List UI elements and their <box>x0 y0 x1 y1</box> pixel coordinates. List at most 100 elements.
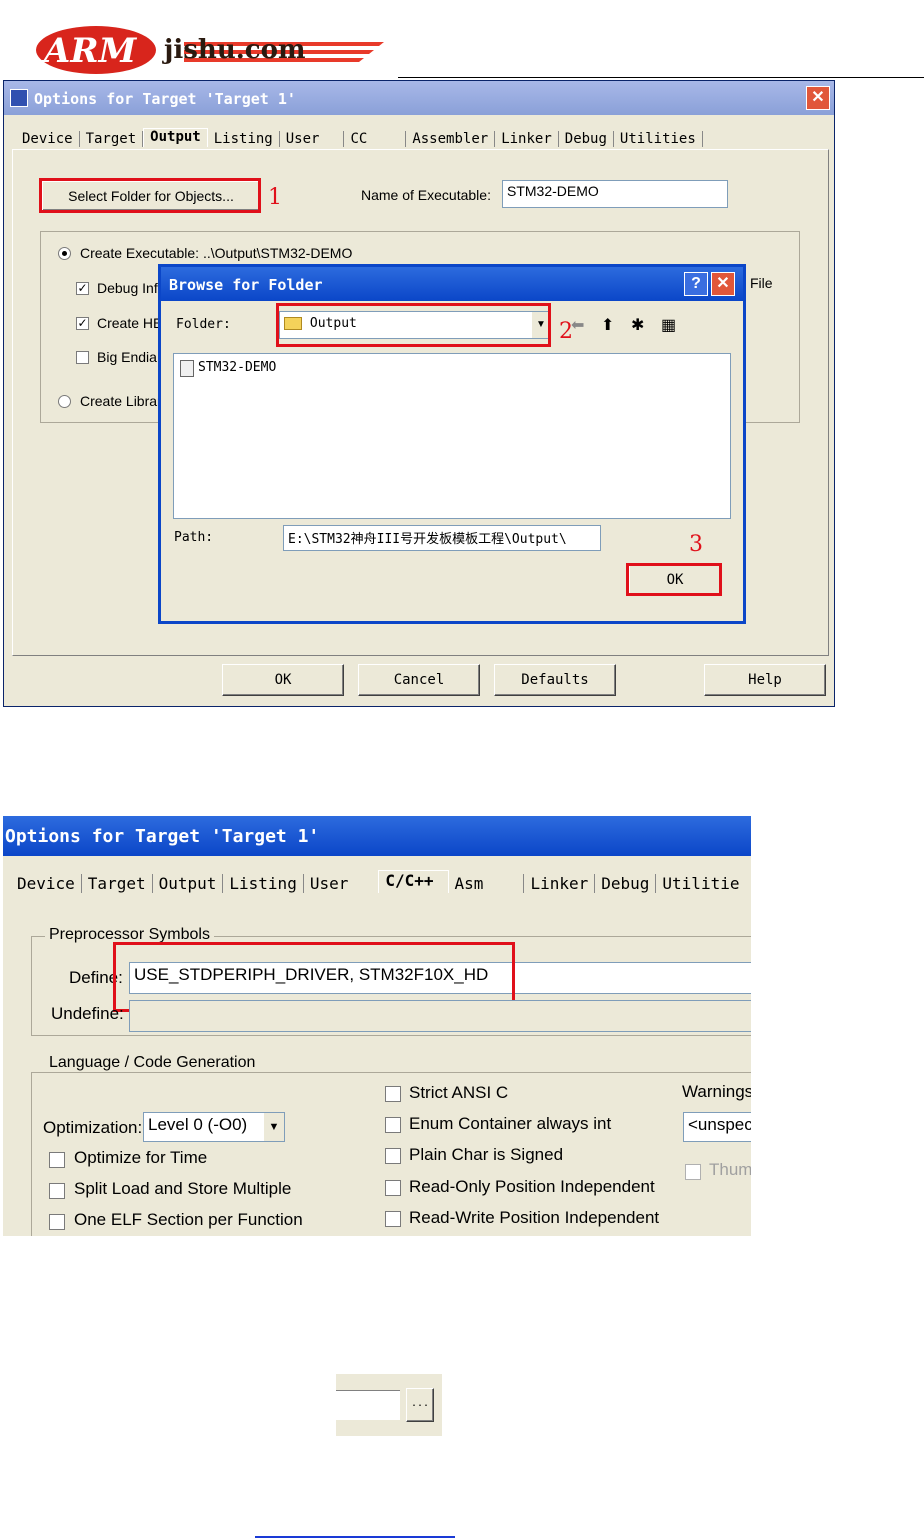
preproc-group-label: Preprocessor Symbols <box>45 926 214 944</box>
tab-linker[interactable]: Linker <box>524 874 596 893</box>
help-icon[interactable]: ? <box>684 272 708 296</box>
close-icon[interactable]: ✕ <box>711 272 735 296</box>
folder-select[interactable]: Output ▼ <box>279 311 551 339</box>
create-exec-label: Create Executable: ..\Output\STM32-DEMO <box>80 245 353 261</box>
thumb-label: Thum <box>709 1160 751 1179</box>
big-endian-checkbox[interactable] <box>76 351 89 364</box>
annotation-1: 1 <box>268 185 282 210</box>
split-load-label: Split Load and Store Multiple <box>74 1179 292 1198</box>
create-lib-radio[interactable] <box>58 395 71 408</box>
tab-listing[interactable]: Listing <box>208 131 280 147</box>
dialog2-tabs: Device Target Output Listing User C/C++ … <box>11 870 745 893</box>
tab-output[interactable]: Output <box>143 128 208 147</box>
lang-group-label: Language / Code Generation <box>45 1054 260 1072</box>
defaults-button[interactable]: Defaults <box>494 664 616 696</box>
enum-container-checkbox[interactable] <box>385 1117 401 1133</box>
browse-button[interactable]: ... <box>406 1388 434 1422</box>
browse-title: Browse for Folder <box>169 276 323 294</box>
chevron-down-icon[interactable]: ▼ <box>264 1113 284 1141</box>
view-menu-icon[interactable]: ▦ <box>661 315 676 335</box>
tab-device[interactable]: Device <box>16 131 80 147</box>
big-endian-label: Big Endia <box>97 349 157 365</box>
plain-char-label: Plain Char is Signed <box>409 1145 564 1164</box>
strict-ansi-checkbox[interactable] <box>385 1086 401 1102</box>
up-folder-icon[interactable]: ⬆ <box>601 315 614 335</box>
app-icon <box>10 89 28 107</box>
dialog1-title: Options for Target 'Target 1' <box>34 90 296 108</box>
path-input-fragment <box>336 1390 400 1420</box>
create-exec-radio[interactable] <box>58 247 71 260</box>
ok-button[interactable]: OK <box>222 664 344 696</box>
create-hex-checkbox[interactable]: ✓ <box>76 317 89 330</box>
tab-user[interactable]: User <box>280 131 345 147</box>
name-exec-field[interactable]: STM32-DEMO <box>502 180 728 208</box>
debug-info-checkbox[interactable]: ✓ <box>76 282 89 295</box>
strict-ansi-label: Strict ANSI C <box>409 1083 509 1102</box>
define-field[interactable]: USE_STDPERIPH_DRIVER, STM32F10X_HD <box>129 962 751 994</box>
define-label: Define: <box>69 968 123 987</box>
ro-pos-checkbox[interactable] <box>385 1180 401 1196</box>
undefine-label: Undefine: <box>51 1004 124 1023</box>
tab-assembler[interactable]: Assembler <box>406 131 496 147</box>
close-icon[interactable]: ✕ <box>806 86 830 110</box>
path-label: Path: <box>174 530 214 545</box>
dialog2-title: Options for Target 'Target 1' <box>5 826 320 847</box>
rw-pos-label: Read-Write Position Independent <box>409 1208 660 1227</box>
create-hex-label: Create HE <box>97 315 163 331</box>
header-rule <box>398 77 924 78</box>
optimization-value: Level 0 (-O0) <box>148 1115 248 1134</box>
back-arrow-icon[interactable]: ⬅ <box>571 315 584 335</box>
tab-linker[interactable]: Linker <box>495 131 559 147</box>
folder-label: Folder: <box>176 317 231 332</box>
file-icon <box>180 360 194 377</box>
enum-container-label: Enum Container always int <box>409 1114 612 1133</box>
undefine-field[interactable] <box>129 1000 751 1032</box>
optimization-label: Optimization: <box>43 1118 143 1137</box>
one-elf-checkbox[interactable] <box>49 1214 65 1230</box>
folder-browse-crop: ... <box>336 1374 442 1436</box>
tab-cc[interactable]: C/C++ <box>378 870 449 893</box>
tab-debug[interactable]: Debug <box>559 131 614 147</box>
plain-char-checkbox[interactable] <box>385 1148 401 1164</box>
armjishu-logo: ARM jishu.com <box>36 26 384 74</box>
tab-utilities[interactable]: Utilities <box>614 131 703 147</box>
split-load-checkbox[interactable] <box>49 1183 65 1199</box>
tab-debug[interactable]: Debug <box>595 874 657 893</box>
new-folder-icon[interactable]: ✱ <box>631 315 644 335</box>
tree-item[interactable]: STM32-DEMO <box>198 360 276 375</box>
tab-user[interactable]: User <box>304 874 379 893</box>
tab-output[interactable]: Output <box>153 874 224 893</box>
browse-titlebar: Browse for Folder ? ✕ <box>161 267 743 301</box>
chevron-down-icon[interactable]: ▼ <box>532 312 550 338</box>
ro-pos-label: Read-Only Position Independent <box>409 1177 655 1196</box>
create-lib-label: Create Librar <box>80 393 162 409</box>
logo-text-domain: jishu.com <box>162 35 305 65</box>
cancel-button[interactable]: Cancel <box>358 664 480 696</box>
options-dialog-cc: Options for Target 'Target 1' Device Tar… <box>3 816 751 1236</box>
help-button[interactable]: Help <box>704 664 826 696</box>
select-folder-button[interactable]: Select Folder for Objects... <box>42 181 260 211</box>
dialog1-titlebar: Options for Target 'Target 1' ✕ <box>4 81 834 115</box>
folder-icon <box>284 316 302 330</box>
thumb-checkbox[interactable] <box>685 1164 701 1180</box>
hyperlink-underline[interactable] <box>255 1536 455 1538</box>
tab-device[interactable]: Device <box>11 874 82 893</box>
optimization-select[interactable]: Level 0 (-O0) ▼ <box>143 1112 285 1142</box>
logo-text-arm: ARM <box>41 31 138 71</box>
debug-info-label: Debug Inf <box>97 280 158 296</box>
tab-listing[interactable]: Listing <box>223 874 304 893</box>
browse-ok-button[interactable]: OK <box>629 565 721 595</box>
folder-value: Output <box>309 316 357 331</box>
tab-cc[interactable]: CC <box>344 131 407 147</box>
dialog2-titlebar: Options for Target 'Target 1' <box>3 816 751 856</box>
tab-target[interactable]: Target <box>82 874 153 893</box>
folder-tree[interactable]: STM32-DEMO <box>173 353 731 519</box>
warnings-select[interactable]: <unspec <box>683 1112 751 1142</box>
name-exec-label: Name of Executable: <box>361 187 491 203</box>
tab-asm[interactable]: Asm <box>449 874 525 893</box>
tab-target[interactable]: Target <box>80 131 144 147</box>
tab-utilities[interactable]: Utilitie <box>656 874 745 893</box>
opt-time-checkbox[interactable] <box>49 1152 65 1168</box>
path-field[interactable]: E:\STM32神舟III号开发板模板工程\Output\ <box>283 525 601 551</box>
rw-pos-checkbox[interactable] <box>385 1211 401 1227</box>
